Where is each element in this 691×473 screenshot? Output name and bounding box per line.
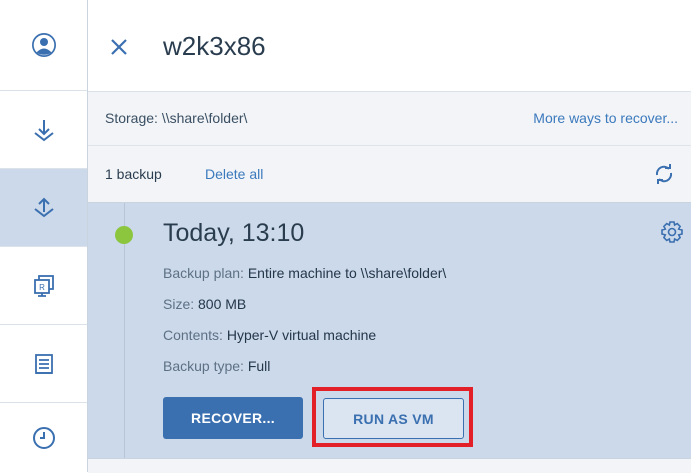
storage-info: Storage: \\share\folder\ bbox=[105, 110, 247, 126]
download-icon bbox=[33, 119, 54, 141]
refresh-icon[interactable] bbox=[653, 164, 675, 184]
report-icon bbox=[34, 353, 53, 374]
sidebar-item-replicas[interactable]: R bbox=[0, 247, 87, 325]
storage-label: Storage: bbox=[105, 110, 158, 126]
detail-contents: Contents: Hyper-V virtual machine bbox=[163, 327, 376, 343]
close-icon[interactable] bbox=[110, 38, 128, 56]
sidebar-item-activities[interactable] bbox=[0, 403, 87, 472]
detail-key: Backup type: bbox=[163, 358, 244, 374]
delete-all-link[interactable]: Delete all bbox=[205, 166, 263, 182]
sidebar: R bbox=[0, 0, 88, 472]
sidebar-item-backup[interactable] bbox=[0, 169, 87, 247]
detail-value: 800 MB bbox=[198, 296, 247, 312]
clock-icon bbox=[32, 426, 55, 449]
backup-count: 1 backup bbox=[105, 166, 162, 182]
backup-time: Today, 13:10 bbox=[163, 219, 305, 247]
storage-bar: Storage: \\share\folder\ More ways to re… bbox=[88, 92, 691, 146]
run-as-vm-button[interactable]: RUN AS VM bbox=[323, 398, 464, 439]
recovery-panel: w2k3x86 Storage: \\share\folder\ More wa… bbox=[88, 0, 691, 473]
svg-text:R: R bbox=[39, 283, 45, 292]
detail-value: Hyper-V virtual machine bbox=[226, 327, 377, 343]
user-icon bbox=[31, 33, 56, 57]
sidebar-item-recovery[interactable] bbox=[0, 91, 87, 169]
detail-key: Contents: bbox=[163, 327, 223, 343]
panel-header: w2k3x86 bbox=[88, 0, 691, 92]
detail-backup-type: Backup type: Full bbox=[163, 358, 270, 374]
detail-size: Size: 800 MB bbox=[163, 296, 246, 312]
detail-value: Entire machine to \\share\folder\ bbox=[247, 265, 447, 281]
recover-button[interactable]: RECOVER... bbox=[163, 397, 303, 439]
detail-backup-plan: Backup plan: Entire machine to \\share\f… bbox=[163, 265, 446, 281]
detail-key: Backup plan: bbox=[163, 265, 244, 281]
backup-item[interactable]: Today, 13:10 Backup plan: Entire machine… bbox=[88, 203, 691, 472]
upload-icon bbox=[33, 197, 54, 217]
list-footer bbox=[88, 458, 691, 473]
detail-value: Full bbox=[247, 358, 271, 374]
detail-key: Size: bbox=[163, 296, 195, 312]
replica-icon: R bbox=[33, 274, 54, 297]
status-dot bbox=[115, 226, 133, 244]
more-ways-link[interactable]: More ways to recover... bbox=[533, 110, 678, 126]
backups-toolbar: 1 backup Delete all bbox=[88, 146, 691, 203]
sidebar-item-account[interactable] bbox=[0, 0, 87, 91]
storage-path: \\share\folder\ bbox=[161, 110, 248, 126]
gear-icon[interactable] bbox=[660, 220, 684, 244]
sidebar-item-reports[interactable] bbox=[0, 325, 87, 403]
page-title: w2k3x86 bbox=[163, 31, 266, 61]
